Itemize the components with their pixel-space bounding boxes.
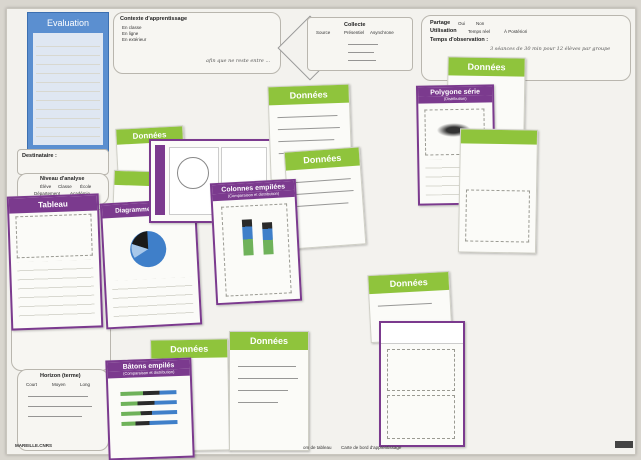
donnees-title-5: Données (448, 57, 525, 77)
donnees-title-7: Données (368, 271, 450, 295)
donnees-title-9: Données (230, 332, 308, 350)
partage-title: Partage (430, 20, 451, 26)
horizon-title: Horizon (terme) (40, 373, 81, 379)
donnees-title-4: Données (284, 147, 360, 171)
niveau-title: Niveau d'analyse (40, 176, 85, 182)
donnees-title-8: Données (151, 339, 228, 359)
context-option-3: En extérieur (122, 37, 147, 42)
footer-right: Carte de bord d'apprentissage (341, 445, 402, 450)
collecte-option-1: Présentiel (344, 30, 365, 35)
partage-non: Non (476, 21, 485, 26)
context-zone: Contexte d'apprentissage En classe En li… (113, 12, 281, 74)
donnees-card-6 (457, 128, 539, 254)
partage-utilisation: Utilisation (430, 28, 457, 34)
context-option-2: En ligne (122, 31, 139, 36)
horizon-long: Long (80, 382, 91, 387)
partage-handwriting: 3 séances de 30 min pour 12 élèves par g… (490, 46, 611, 52)
horizon-moyen: Moyen (52, 382, 66, 387)
footer-left: MAREILLE.CNRS (15, 443, 52, 448)
niveau-classe: Classe (58, 184, 72, 189)
footer-mid: om de tableau (303, 445, 332, 450)
evaluation-title: Evaluation (46, 18, 90, 28)
tableau-title: Tableau (8, 195, 98, 214)
photo-board: Evaluation Contexte d'apprentissage En c… (6, 8, 636, 460)
niveau-ecole: École (80, 184, 92, 189)
donnees-card-9: Données (229, 331, 309, 451)
collecte-zone: Source Collecte Présentiel Asynchrone (307, 17, 413, 71)
collecte-option-2: Asynchrone (370, 30, 394, 35)
context-handwriting: afin que ne reste entre ... (206, 58, 271, 64)
evaluation-card: Evaluation (27, 12, 109, 152)
destinataire-label: Destinataire : (22, 153, 57, 159)
batons-card: Bâtons empilés (Comparaison et distribut… (105, 357, 195, 460)
destinataire-zone: Destinataire : (17, 149, 109, 175)
partage-temps: Temps d'observation : (430, 37, 489, 43)
polygone-subtitle: (Distribution) (418, 95, 493, 104)
colonnes-card: Colonnes empilées (Comparaison et distri… (209, 178, 303, 306)
niveau-eleve: Élève (40, 184, 52, 189)
context-title: Contexte d'apprentissage (120, 16, 188, 22)
collecte-title: Collecte (344, 22, 366, 28)
batons-subtitle: (Comparaison et distribution) (107, 368, 190, 379)
context-option-1: En classe (122, 25, 142, 30)
donnees-title-3: Données (268, 84, 349, 106)
horizon-zone: Horizon (terme) Court Moyen Long (17, 369, 109, 451)
partage-opt1: Temps réel (468, 29, 491, 34)
tableau-card: Tableau (6, 193, 104, 331)
collecte-source: Source (316, 30, 331, 35)
partage-oui: Oui (458, 21, 466, 26)
blank-purple-card (379, 321, 465, 447)
horizon-court: Court (26, 382, 38, 387)
partage-opt2: À Postériori (504, 29, 528, 34)
pie-chart-sketch (130, 231, 167, 268)
license-badge (615, 441, 633, 448)
